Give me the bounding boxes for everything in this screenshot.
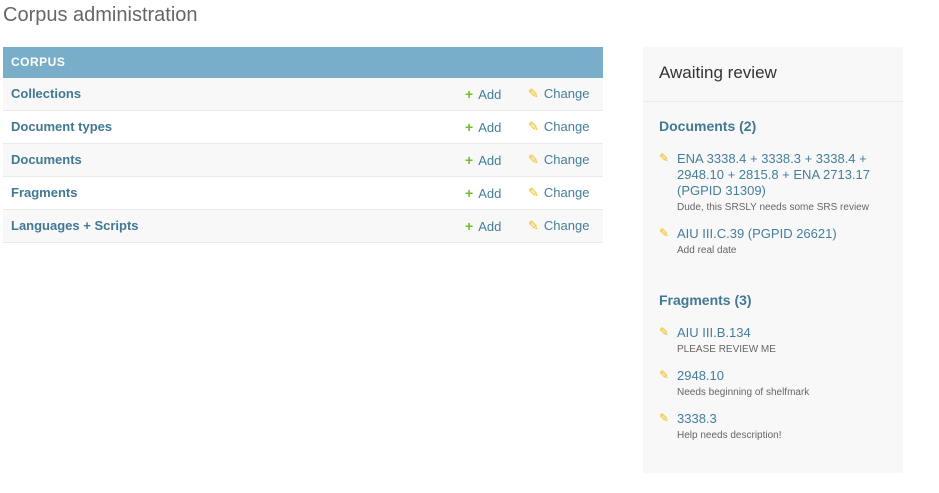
documents-link[interactable]: Documents [11,144,82,176]
plus-icon: + [465,185,474,201]
review-item-link[interactable]: 2948.10 [677,368,889,384]
review-item-link[interactable]: AIU III.B.134 [677,325,889,341]
page-title: Corpus administration [3,4,198,26]
plus-icon: + [465,119,474,135]
change-label: Change [543,86,590,101]
collections-link[interactable]: Collections [11,78,81,110]
pencil-icon: ✎ [528,86,539,101]
pencil-icon: ✎ [659,226,670,240]
module-rows: Collections + Add ✎ Change Document types … [3,78,603,243]
fragments-add-link[interactable]: + Add [465,177,501,210]
pencil-icon: ✎ [528,218,539,233]
languages-scripts-change-link[interactable]: ✎ Change [528,210,589,242]
awaiting-review-panel: Awaiting review Documents (2) ✎ ENA 3338… [643,47,903,473]
review-item-note: Needs beginning of shelfmark [677,387,810,398]
module-row-document-types: Document types + Add ✎ Change [3,111,603,144]
collections-add-link[interactable]: + Add [465,78,501,111]
document-types-link[interactable]: Document types [11,111,112,143]
change-label: Change [543,119,590,134]
change-label: Change [543,185,590,200]
document-types-change-link[interactable]: ✎ Change [528,111,589,143]
review-item-note: Help needs description! [677,430,782,441]
fragments-change-link[interactable]: ✎ Change [528,177,589,209]
collections-change-link[interactable]: ✎ Change [528,78,589,110]
review-item-note: Add real date [677,245,737,256]
review-item: ✎ 3338.3 Help needs description! [659,411,889,443]
review-item-note: PLEASE REVIEW ME [677,344,776,355]
add-label: Add [478,186,502,201]
change-label: Change [543,152,590,167]
fragments-link[interactable]: Fragments [11,177,77,209]
review-item-link[interactable]: 3338.3 [677,411,889,427]
plus-icon: + [465,86,474,102]
documents-review-heading: Documents (2) [659,118,757,134]
review-item-link[interactable]: AIU III.C.39 (PGPID 26621) [677,226,889,242]
add-label: Add [478,153,502,168]
review-item: ✎ 2948.10 Needs beginning of shelfmark [659,368,889,400]
documents-change-link[interactable]: ✎ Change [528,144,589,176]
pencil-icon: ✎ [659,325,670,339]
add-label: Add [478,87,502,102]
languages-scripts-add-link[interactable]: + Add [465,210,501,243]
review-item-note: Dude, this SRSLY needs some SRS review [677,202,869,213]
plus-icon: + [465,152,474,168]
add-label: Add [478,219,502,234]
module-row-collections: Collections + Add ✎ Change [3,78,603,111]
change-label: Change [543,218,590,233]
review-item: ✎ AIU III.C.39 (PGPID 26621) Add real da… [659,226,889,258]
pencil-icon: ✎ [528,119,539,134]
pencil-icon: ✎ [528,152,539,167]
documents-add-link[interactable]: + Add [465,144,501,177]
awaiting-review-title: Awaiting review [643,47,903,102]
review-item-link[interactable]: ENA 3338.4 + 3338.3 + 3338.4 + 2948.10 +… [677,151,889,199]
pencil-icon: ✎ [659,411,670,425]
add-label: Add [478,120,502,135]
languages-scripts-link[interactable]: Languages + Scripts [11,210,139,242]
document-types-add-link[interactable]: + Add [465,111,501,144]
review-item: ✎ ENA 3338.4 + 3338.3 + 3338.4 + 2948.10… [659,151,889,215]
module-row-documents: Documents + Add ✎ Change [3,144,603,177]
review-item: ✎ AIU III.B.134 PLEASE REVIEW ME [659,325,889,357]
plus-icon: + [465,218,474,234]
module-row-fragments: Fragments + Add ✎ Change [3,177,603,210]
pencil-icon: ✎ [528,185,539,200]
pencil-icon: ✎ [659,151,670,165]
pencil-icon: ✎ [659,368,670,382]
module-caption[interactable]: CORPUS [3,47,603,78]
fragments-review-heading: Fragments (3) [659,292,752,308]
module-row-languages-scripts: Languages + Scripts + Add ✎ Change [3,210,603,243]
corpus-module: CORPUS Collections + Add ✎ Change Document… [3,47,603,243]
